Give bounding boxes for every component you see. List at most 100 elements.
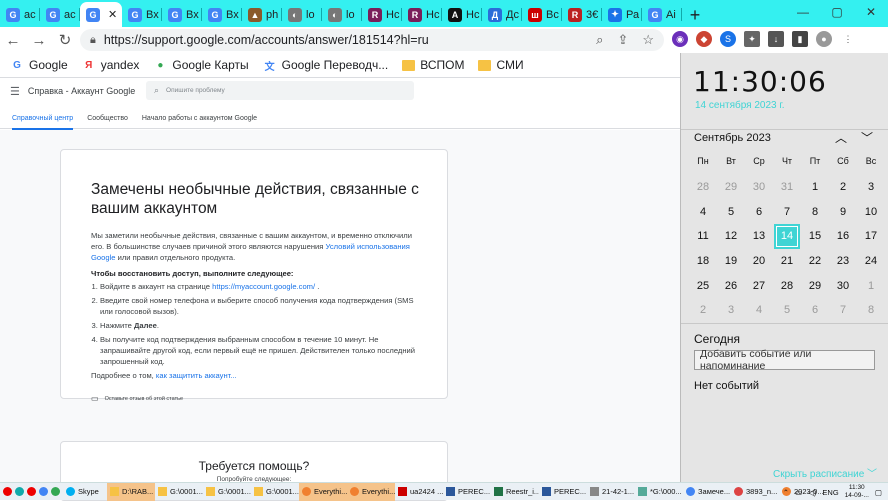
bookmark-item[interactable]: СМИ bbox=[478, 58, 524, 72]
calendar-day[interactable]: 13 bbox=[745, 224, 773, 249]
edge-icon[interactable] bbox=[15, 487, 24, 496]
chevron-up-icon[interactable]: ︿ bbox=[835, 129, 847, 146]
opera-icon[interactable] bbox=[3, 487, 12, 496]
calendar-day[interactable]: 17 bbox=[857, 224, 885, 249]
calendar-day[interactable]: 22 bbox=[801, 249, 829, 274]
browser-tab[interactable]: R Нс bbox=[362, 2, 402, 27]
calendar-day[interactable]: 6 bbox=[801, 298, 829, 323]
taskbar-item[interactable]: G:\0001... bbox=[251, 483, 299, 501]
lock-icon[interactable]: 🔒︎ bbox=[90, 34, 96, 47]
calendar-day[interactable]: 1 bbox=[857, 273, 885, 298]
monitor-icon[interactable]: ▭ bbox=[795, 488, 802, 497]
browser-tab[interactable]: R 3€ bbox=[562, 2, 602, 27]
calendar-day[interactable]: 21 bbox=[773, 249, 801, 274]
volume-icon[interactable]: ◁) bbox=[808, 488, 816, 497]
taskbar-item[interactable]: 21-42-1... bbox=[587, 483, 635, 501]
browser-tab[interactable]: Д Дс bbox=[482, 2, 522, 27]
chrome-icon[interactable] bbox=[39, 487, 48, 496]
add-event-input[interactable]: Добавить событие или напоминание bbox=[694, 348, 875, 372]
calendar-day[interactable]: 8 bbox=[801, 200, 829, 225]
calendar-day[interactable]: 23 bbox=[829, 249, 857, 274]
calendar-day[interactable]: 31 bbox=[773, 175, 801, 200]
browser-tab[interactable]: G Вх bbox=[162, 2, 202, 27]
calendar-day[interactable]: 24 bbox=[857, 249, 885, 274]
calendar-day[interactable]: 30 bbox=[829, 273, 857, 298]
calendar-day[interactable]: 9 bbox=[829, 200, 857, 225]
zoom-icon[interactable]: ⌕ bbox=[596, 32, 603, 48]
browser-tab[interactable]: ш Вс bbox=[522, 2, 562, 27]
taskbar-item[interactable]: Reestr_i... bbox=[491, 483, 539, 501]
calendar-day[interactable]: 7 bbox=[773, 200, 801, 225]
calendar-day[interactable]: 2 bbox=[689, 298, 717, 323]
extension-icon[interactable]: ◉ bbox=[672, 31, 688, 47]
browser-tab[interactable]: A Нс bbox=[442, 2, 482, 27]
browser-tab[interactable]: R Нс bbox=[402, 2, 442, 27]
tab-getting-started[interactable]: Начало работы с аккаунтом Google bbox=[142, 107, 257, 129]
sidepanel-icon[interactable]: ▮ bbox=[792, 31, 808, 47]
tab-help-center[interactable]: Справочный центр bbox=[12, 107, 74, 130]
calendar-day[interactable]: 25 bbox=[689, 273, 717, 298]
hide-schedule-link[interactable]: Скрыть расписание ﹀ bbox=[773, 465, 877, 480]
back-icon[interactable]: ← bbox=[0, 32, 26, 49]
maximize-icon[interactable]: ▢ bbox=[820, 0, 854, 24]
calendar-day[interactable]: 27 bbox=[745, 273, 773, 298]
taskbar-item[interactable]: Everythi... bbox=[347, 482, 395, 501]
chevron-up-icon[interactable]: ⌃ bbox=[783, 488, 789, 497]
browser-tab[interactable]: ◐ lo bbox=[282, 2, 322, 27]
calendar-day[interactable]: 1 bbox=[801, 175, 829, 200]
language-indicator[interactable]: ENG bbox=[822, 488, 838, 497]
clock-date[interactable]: 14 сентября 2023 г. bbox=[695, 100, 785, 111]
browser-tab[interactable]: G Аі bbox=[642, 2, 682, 27]
feedback-button[interactable]: ▭ Оставьте отзыв об этой статье bbox=[91, 394, 417, 403]
taskbar-clock[interactable]: 11:30 14-09-... bbox=[845, 484, 869, 500]
calendar-day[interactable]: 26 bbox=[717, 273, 745, 298]
new-tab-button[interactable]: + bbox=[682, 3, 708, 27]
calendar-day[interactable]: 5 bbox=[773, 298, 801, 323]
calendar-day[interactable]: 4 bbox=[689, 200, 717, 225]
browser-tab[interactable]: G ✕ bbox=[80, 2, 122, 27]
browser-tab[interactable]: G Вх bbox=[122, 2, 162, 27]
chrome-icon[interactable] bbox=[51, 487, 60, 496]
browser-tab[interactable]: ✦ Ра bbox=[602, 2, 642, 27]
help-title[interactable]: Справка - Аккаунт Google bbox=[28, 86, 135, 96]
calendar-day[interactable]: 7 bbox=[829, 298, 857, 323]
browser-tab[interactable]: ▲ ph bbox=[242, 2, 282, 27]
taskbar-item[interactable]: ua2424 ... bbox=[395, 483, 443, 501]
taskbar-item[interactable]: D:\RAB... bbox=[107, 482, 155, 501]
calendar-day[interactable]: 29 bbox=[717, 175, 745, 200]
taskbar-item[interactable]: 3893_n... bbox=[731, 483, 779, 501]
browser-tab[interactable]: Gac bbox=[0, 2, 40, 27]
calendar-day[interactable]: 5 bbox=[717, 200, 745, 225]
browser-tab[interactable]: G Вх bbox=[202, 2, 242, 27]
bookmark-star-icon[interactable]: ☆ bbox=[642, 32, 654, 48]
taskbar-item[interactable]: PEREC... bbox=[443, 483, 491, 501]
help-search-input[interactable]: ⌕ Опишите проблему bbox=[146, 81, 414, 100]
calendar-day[interactable]: 20 bbox=[745, 249, 773, 274]
calendar-day[interactable]: 4 bbox=[745, 298, 773, 323]
tab-community[interactable]: Сообщество bbox=[87, 107, 128, 129]
calendar-day[interactable]: 6 bbox=[745, 200, 773, 225]
calendar-day-today[interactable]: 14 bbox=[773, 223, 801, 249]
calendar-day[interactable]: 3 bbox=[857, 175, 885, 200]
taskbar-item[interactable]: G:\0001... bbox=[203, 483, 251, 501]
taskbar-item[interactable]: Замече... bbox=[683, 483, 731, 501]
menu-icon[interactable]: ⋮ bbox=[840, 31, 856, 47]
forward-icon[interactable]: → bbox=[26, 32, 52, 49]
calendar-day[interactable]: 10 bbox=[857, 200, 885, 225]
protect-account-link[interactable]: как защитить аккаунт... bbox=[156, 371, 237, 380]
calendar-day[interactable]: 18 bbox=[689, 249, 717, 274]
profile-avatar[interactable]: ● bbox=[816, 31, 832, 47]
bookmark-item[interactable]: G Google bbox=[10, 58, 68, 72]
calendar-day[interactable]: 15 bbox=[801, 224, 829, 249]
opera-icon[interactable] bbox=[27, 487, 36, 496]
browser-tab[interactable]: Gac bbox=[40, 2, 80, 27]
chevron-down-icon[interactable]: ﹀ bbox=[861, 129, 873, 146]
calendar-day[interactable]: 11 bbox=[689, 224, 717, 249]
reload-icon[interactable]: ↻ bbox=[52, 31, 78, 49]
browser-tab[interactable]: ◐ lo bbox=[322, 2, 362, 27]
close-tab-icon[interactable]: ✕ bbox=[108, 8, 117, 21]
month-label[interactable]: Сентябрь 2023 bbox=[694, 132, 771, 144]
share-icon[interactable]: ⇪ bbox=[617, 32, 628, 48]
download-icon[interactable]: ↓ bbox=[768, 31, 784, 47]
minimize-icon[interactable]: — bbox=[786, 0, 820, 24]
